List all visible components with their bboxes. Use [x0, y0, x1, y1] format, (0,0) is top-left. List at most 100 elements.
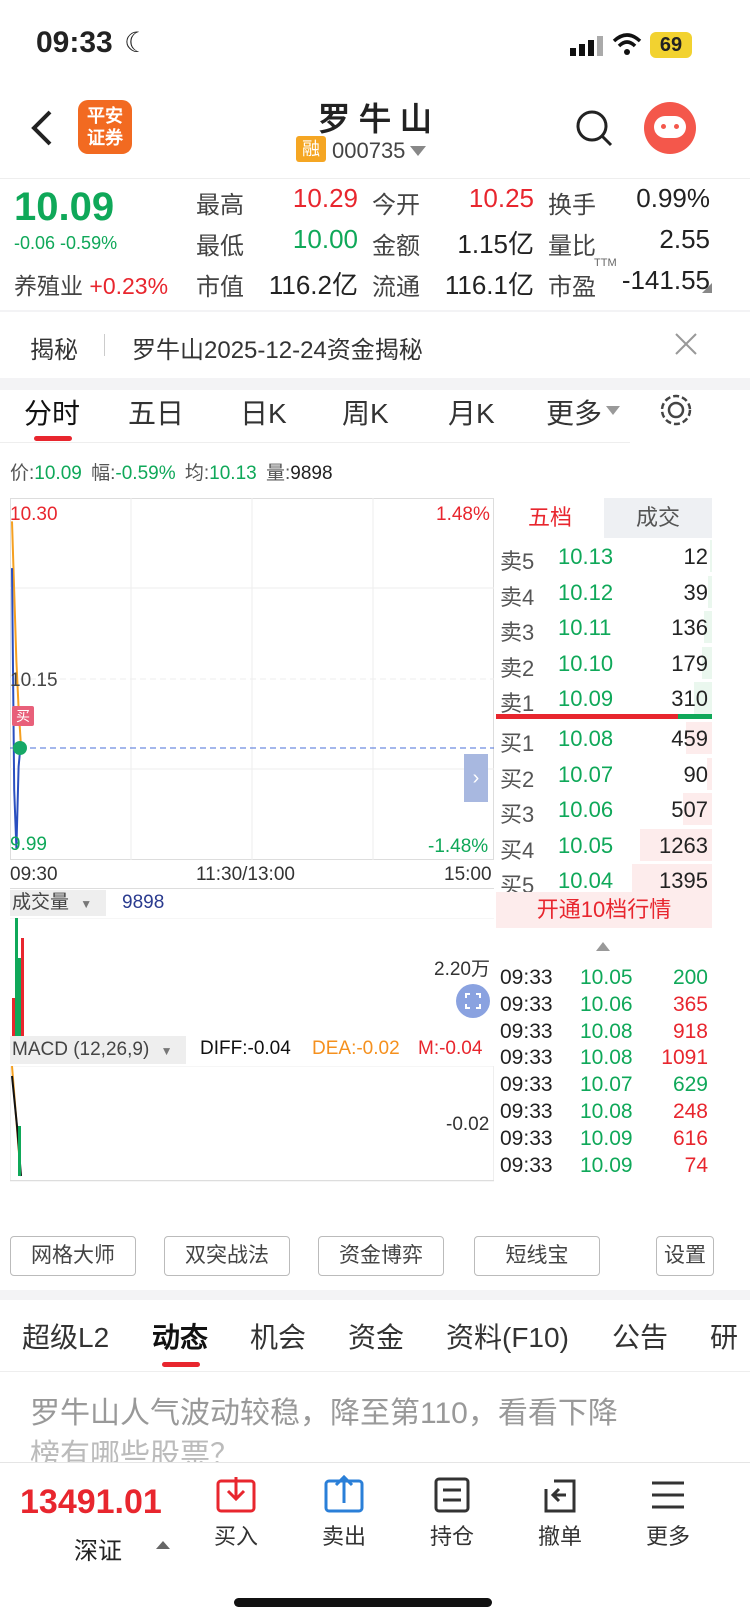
book-level[interactable]: 卖1 10.09 310	[496, 680, 712, 716]
tab-intraday[interactable]: 分时	[24, 392, 80, 432]
assistant-avatar-icon[interactable]	[644, 102, 696, 154]
book-level-volume: 39	[683, 579, 708, 605]
price-change: -0.06 -0.59%	[14, 233, 117, 254]
expand-corner-icon[interactable]	[702, 283, 712, 293]
last-price: 10.09	[14, 185, 115, 229]
tool-grid-master-button[interactable]: 网格大师	[10, 1236, 136, 1276]
buy-marker[interactable]: 买	[12, 706, 34, 726]
book-tab-five[interactable]: 五档	[496, 498, 604, 538]
index-name[interactable]: 深证	[74, 1531, 122, 1566]
macd-indicator-select[interactable]: MACD (12,26,9) ▼	[10, 1036, 186, 1064]
trade-volume: 248	[672, 1100, 708, 1123]
chart-card: 分时 五日 日K 周K 月K 更多 价:10.09 幅:-0.59% 均:10.…	[0, 390, 750, 1290]
tool-double-breakout-button[interactable]: 双突战法	[164, 1236, 290, 1276]
change-pct: -0.59%	[60, 233, 118, 253]
tool-settings-button[interactable]: 设置	[656, 1236, 714, 1276]
book-level-volume: 507	[671, 797, 708, 822]
trade-ticks[interactable]: 09:33 10.05 200 09:33 10.06 365 09:33 10.08 918 0…	[496, 966, 712, 1182]
fullscreen-icon[interactable]	[456, 984, 490, 1018]
book-volume-bar	[710, 540, 712, 572]
buy-button[interactable]: 买入	[186, 1475, 286, 1551]
book-level[interactable]: 买4 10.05 1263	[496, 827, 712, 863]
trade-tick-row: 09:33 10.09 616	[496, 1127, 712, 1154]
trade-volume: 200	[672, 966, 708, 989]
tool-fund-game-button[interactable]: 资金博弈	[318, 1236, 444, 1276]
macd-dropdown-icon: ▼	[160, 1044, 173, 1058]
status-time: 09:33	[36, 26, 113, 59]
sell-icon	[324, 1475, 364, 1513]
stock-code[interactable]: 000735	[332, 138, 405, 164]
book-level-label: 卖5	[500, 549, 535, 574]
close-icon[interactable]	[674, 332, 698, 356]
stock-name: 罗 牛 山	[318, 101, 432, 137]
cancel-order-button[interactable]: 撤单	[510, 1475, 610, 1551]
tab-opportunity[interactable]: 机会	[250, 1316, 306, 1356]
home-indicator[interactable]	[234, 1598, 492, 1607]
cellular-signal-icon	[570, 36, 603, 56]
book-level-price: 10.06	[558, 797, 614, 822]
book-level[interactable]: 买3 10.06 507	[496, 791, 712, 827]
book-level-volume: 310	[671, 686, 708, 711]
book-level[interactable]: 卖3 10.11 136	[496, 609, 712, 645]
book-level[interactable]: 卖4 10.12 39	[496, 574, 712, 610]
trade-price: 10.08	[580, 1046, 633, 1070]
book-tab-trades[interactable]: 成交	[604, 498, 712, 538]
more-button[interactable]: 更多	[618, 1475, 718, 1551]
x-label-open: 09:30	[10, 864, 58, 885]
tab-weekly-k[interactable]: 周K	[342, 392, 389, 432]
cancel-order-label: 撤单	[537, 1524, 582, 1549]
reveal-bar[interactable]: 揭秘 罗牛山2025-12-24资金揭秘	[0, 312, 750, 378]
chart-pct-top: 1.48%	[436, 504, 490, 525]
tool-short-line-button[interactable]: 短线宝	[474, 1236, 600, 1276]
trade-time: 09:33	[500, 966, 553, 989]
settings-gear-icon[interactable]	[658, 392, 694, 428]
index-value[interactable]: 13491.01	[20, 1483, 162, 1522]
info-avg: 10.13	[209, 463, 257, 484]
ask-levels: 卖5 10.13 12 卖4 10.12 39 卖3 10.11 136 卖2 10.10 179 卖1…	[496, 538, 712, 718]
tab-f10[interactable]: 资料(F10)	[446, 1316, 569, 1356]
book-level-price: 10.09	[558, 686, 614, 711]
trade-price: 10.06	[580, 992, 633, 1016]
scroll-up-icon[interactable]	[596, 942, 610, 951]
search-icon[interactable]	[574, 108, 614, 148]
tab-daily-k[interactable]: 日K	[240, 392, 287, 432]
reveal-text[interactable]: 罗牛山2025-12-24资金揭秘	[132, 330, 423, 365]
more-dropdown-icon[interactable]	[606, 406, 620, 415]
book-level[interactable]: 卖5 10.13 12	[496, 538, 712, 574]
volume-indicator-select[interactable]: 成交量 ▼	[10, 890, 106, 916]
news-item[interactable]: 罗牛山人气波动较稳，降至第110，看看下降 榜有哪些股票？	[0, 1372, 750, 1462]
quote-value-float-cap: 116.1亿	[444, 270, 534, 300]
intraday-price-chart[interactable]	[10, 498, 494, 860]
code-dropdown-icon[interactable]	[410, 146, 426, 156]
book-level[interactable]: 买2 10.07 90	[496, 756, 712, 792]
tab-announcements[interactable]: 公告	[612, 1316, 668, 1356]
book-tabs: 五档 成交	[496, 498, 712, 538]
holdings-button[interactable]: 持仓	[402, 1475, 502, 1551]
book-level[interactable]: 卖2 10.10 179	[496, 645, 712, 681]
tab-super-l2[interactable]: 超级L2	[22, 1316, 109, 1356]
margin-badge: 融	[296, 136, 326, 162]
buy-icon	[216, 1477, 256, 1513]
upgrade-level10-button[interactable]: 开通10档行情	[496, 892, 712, 928]
book-level[interactable]: 买1 10.08 459	[496, 720, 712, 756]
index-toggle-icon[interactable]	[156, 1541, 170, 1549]
sell-button[interactable]: 卖出	[294, 1475, 394, 1551]
quote-value-market-cap: 116.2亿	[268, 270, 358, 300]
current-price-dot	[13, 741, 27, 755]
quote-label-low: 最低	[196, 233, 244, 260]
trade-time: 09:33	[500, 1073, 553, 1097]
quote-label-volume-ratio: 量比	[548, 233, 596, 260]
tab-five-day[interactable]: 五日	[128, 392, 184, 432]
tab-research[interactable]: 研	[710, 1316, 750, 1356]
sector-info[interactable]: 养殖业 +0.23%	[14, 267, 168, 301]
chart-expand-arrow[interactable]: ›	[464, 754, 488, 802]
tab-funds[interactable]: 资金	[348, 1316, 404, 1356]
book-level-volume: 1263	[659, 832, 708, 858]
tab-monthly-k[interactable]: 月K	[448, 392, 495, 432]
tab-dynamics[interactable]: 动态	[152, 1316, 208, 1356]
tab-more[interactable]: 更多	[546, 392, 602, 432]
book-level-label: 买4	[500, 837, 535, 863]
book-level-price: 10.10	[558, 650, 614, 676]
trade-tick-row: 09:33 10.06 365	[496, 993, 712, 1020]
book-level-price: 10.13	[558, 544, 614, 569]
